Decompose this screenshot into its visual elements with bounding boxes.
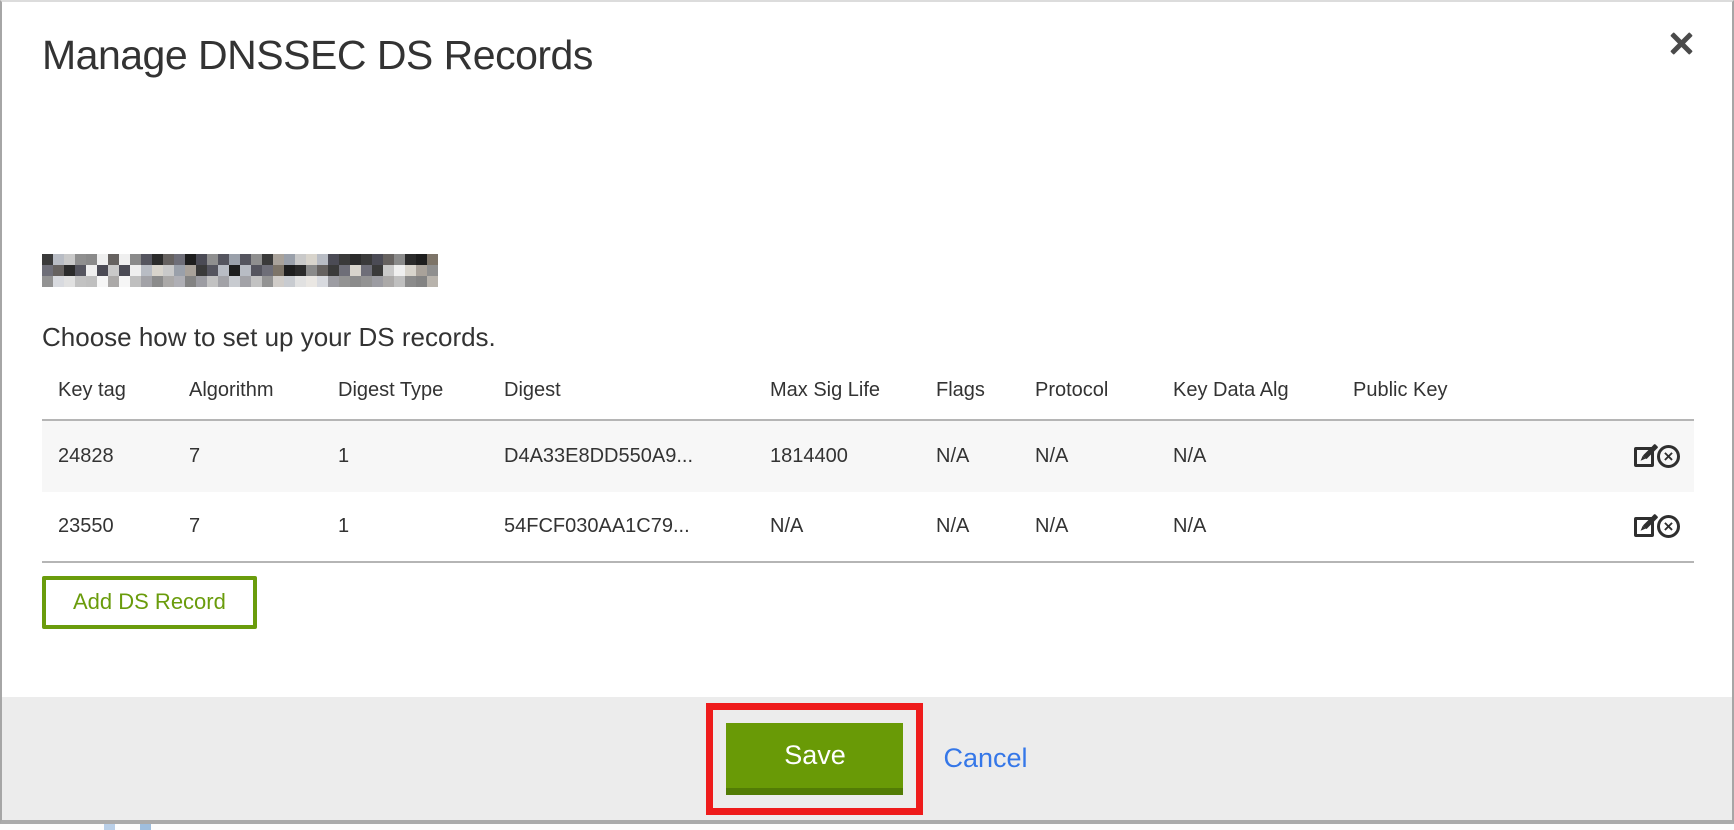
column-header-key-data-alg: Key Data Alg [1157, 377, 1337, 420]
column-header-protocol: Protocol [1019, 377, 1157, 420]
pencil-glyph [1643, 443, 1659, 459]
cell-actions: × [1547, 420, 1694, 492]
dialog-title: Manage DNSSEC DS Records [42, 30, 1692, 80]
background-fragment [140, 824, 151, 830]
add-ds-record-button[interactable]: Add DS Record [42, 576, 257, 629]
cell-digest-type: 1 [322, 420, 488, 492]
cell-public-key [1337, 492, 1547, 562]
column-header-digest-type: Digest Type [322, 377, 488, 420]
close-icon[interactable] [1666, 28, 1696, 58]
cell-digest: D4A33E8DD550A9... [488, 420, 754, 492]
cell-key-data-alg: N/A [1157, 492, 1337, 562]
save-button[interactable]: Save [726, 723, 903, 795]
cell-flags: N/A [920, 420, 1019, 492]
cell-max-sig-life: N/A [754, 492, 920, 562]
column-header-actions [1547, 377, 1694, 420]
cell-protocol: N/A [1019, 492, 1157, 562]
dialog-subtitle: Choose how to set up your DS records. [42, 320, 1692, 354]
cell-flags: N/A [920, 492, 1019, 562]
edit-record-icon[interactable] [1634, 517, 1654, 537]
column-header-public-key: Public Key [1337, 377, 1547, 420]
cell-max-sig-life: 1814400 [754, 420, 920, 492]
delete-record-icon[interactable]: × [1657, 445, 1680, 468]
cell-protocol: N/A [1019, 420, 1157, 492]
cell-digest-type: 1 [322, 492, 488, 562]
manage-dnssec-dialog: Manage DNSSEC DS Records Choose how to s… [0, 0, 1734, 824]
cell-key-data-alg: N/A [1157, 420, 1337, 492]
column-header-digest: Digest [488, 377, 754, 420]
cell-digest: 54FCF030AA1C79... [488, 492, 754, 562]
cancel-link[interactable]: Cancel [943, 743, 1027, 774]
column-header-flags: Flags [920, 377, 1019, 420]
cell-algorithm: 7 [173, 492, 322, 562]
cell-algorithm: 7 [173, 420, 322, 492]
cell-key-tag: 24828 [42, 420, 173, 492]
ds-records-table: Key tag Algorithm Digest Type Digest Max… [42, 377, 1694, 563]
cell-key-tag: 23550 [42, 492, 173, 562]
cell-actions: × [1547, 492, 1694, 562]
cell-public-key [1337, 420, 1547, 492]
column-header-algorithm: Algorithm [173, 377, 322, 420]
table-row: 23550 7 1 54FCF030AA1C79... N/A N/A N/A … [42, 492, 1694, 562]
table-header-row: Key tag Algorithm Digest Type Digest Max… [42, 377, 1694, 420]
delete-record-icon[interactable]: × [1657, 515, 1680, 538]
redacted-domain-name [42, 254, 438, 287]
dialog-footer: Save Cancel [2, 697, 1732, 820]
column-header-max-sig-life: Max Sig Life [754, 377, 920, 420]
table-row: 24828 7 1 D4A33E8DD550A9... 1814400 N/A … [42, 420, 1694, 492]
column-header-key-tag: Key tag [42, 377, 173, 420]
pencil-glyph [1643, 513, 1659, 529]
edit-record-icon[interactable] [1634, 447, 1654, 467]
background-page-bleed [0, 824, 1734, 830]
background-fragment [104, 824, 115, 830]
save-button-highlight-annotation: Save [706, 703, 923, 815]
